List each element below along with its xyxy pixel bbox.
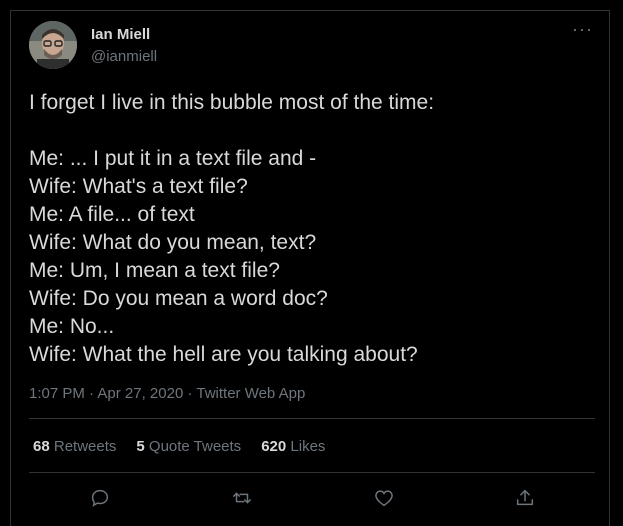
tweet-date[interactable]: Apr 27, 2020: [97, 385, 183, 402]
tweet-text: I forget I live in this bubble most of t…: [29, 89, 599, 369]
likes-count: 620: [261, 438, 287, 455]
tweet-metadata: 1:07 PM · Apr 27, 2020 · Twitter Web App: [29, 385, 305, 402]
like-icon[interactable]: [373, 487, 395, 509]
quote-tweets-label: Quote Tweets: [148, 438, 242, 455]
reply-icon[interactable]: [89, 487, 111, 509]
tweet-line: Wife: What's a text file?: [29, 175, 248, 198]
tweet-line: Me: A file... of text: [29, 203, 195, 226]
retweets-stat[interactable]: 68 Retweets: [33, 438, 116, 455]
quote-tweets-stat[interactable]: 5 Quote Tweets: [136, 438, 241, 455]
divider: [29, 472, 595, 473]
retweets-count: 68: [33, 438, 50, 455]
tweet-line: Me: No...: [29, 315, 115, 338]
tweet-line: Me: ... I put it in a text file and -: [29, 147, 317, 170]
divider: [29, 418, 595, 419]
tweet-source[interactable]: Twitter Web App: [196, 385, 305, 402]
tweet-line: Wife: What the hell are you talking abou…: [29, 343, 418, 366]
avatar[interactable]: [29, 21, 77, 69]
action-bar: [29, 483, 595, 513]
retweets-label: Retweets: [53, 438, 117, 455]
author-handle[interactable]: @ianmiell: [91, 48, 157, 65]
likes-label: Likes: [290, 438, 326, 455]
author-name[interactable]: Ian Miell: [91, 26, 150, 43]
tweet-line: I forget I live in this bubble most of t…: [29, 91, 435, 114]
tweet-line: Wife: Do you mean a word doc?: [29, 287, 328, 310]
likes-stat[interactable]: 620 Likes: [261, 438, 325, 455]
engagement-stats: 68 Retweets 5 Quote Tweets 620 Likes: [33, 438, 325, 455]
tweet-line: Me: Um, I mean a text file?: [29, 259, 280, 282]
tweet-line: Wife: What do you mean, text?: [29, 231, 317, 254]
meta-separator: ·: [84, 385, 98, 402]
quote-tweets-count: 5: [136, 438, 145, 455]
meta-separator: ·: [183, 385, 197, 402]
share-icon[interactable]: [514, 487, 536, 509]
tweet-card: Ian Miell @ianmiell ··· I forget I live …: [10, 10, 610, 526]
tweet-time[interactable]: 1:07 PM: [29, 385, 85, 402]
more-options-icon[interactable]: ···: [572, 19, 593, 40]
retweet-icon[interactable]: [230, 487, 254, 509]
